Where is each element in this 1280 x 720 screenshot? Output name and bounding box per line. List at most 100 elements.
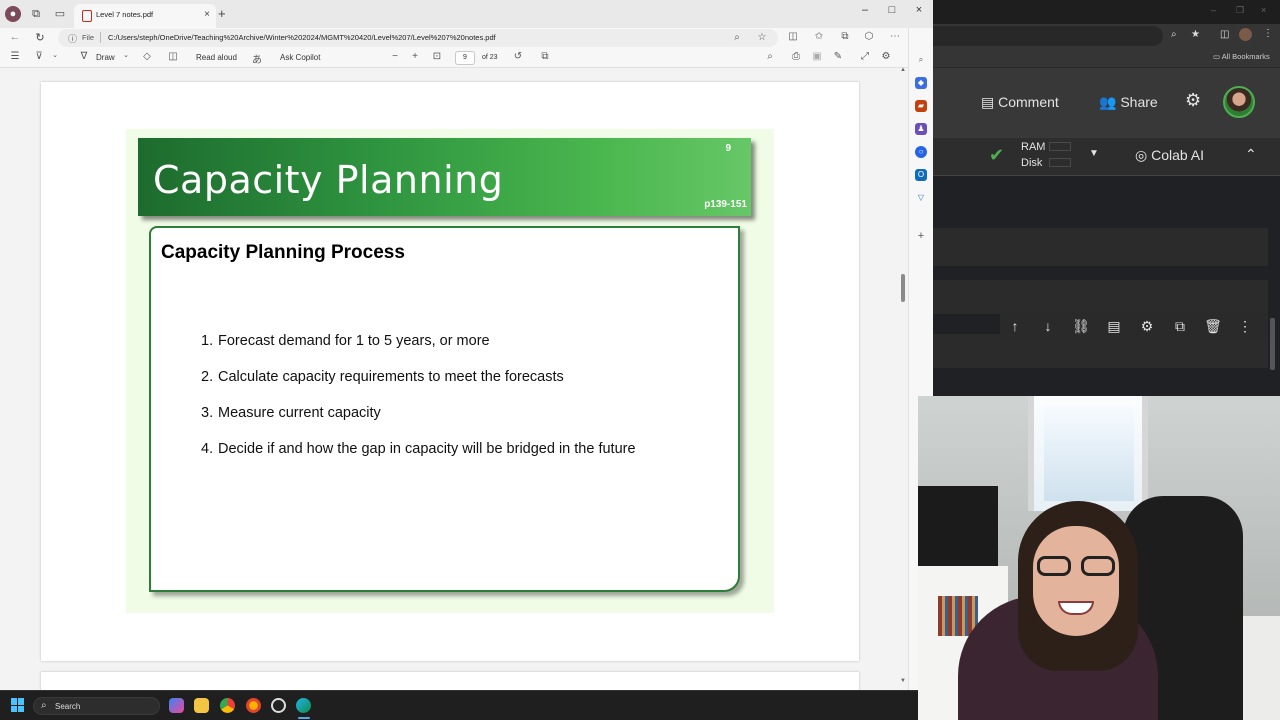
bookmark-star-icon[interactable]: ★	[1191, 29, 1200, 40]
chrome-menu-icon[interactable]: ⋮	[1263, 28, 1273, 39]
chrome-url-field[interactable]	[933, 26, 1163, 46]
move-down-icon[interactable]: ↓	[1039, 318, 1057, 334]
scrollbar-thumb[interactable]	[901, 274, 905, 302]
windows-start-icon[interactable]	[11, 698, 25, 712]
share-button[interactable]: 👥 Share	[1099, 94, 1158, 111]
games-icon[interactable]: ♟	[915, 123, 927, 135]
fit-page-icon[interactable]: ⊡	[430, 51, 444, 62]
vertical-scrollbar[interactable]: ▲ ▼	[900, 67, 908, 690]
highlight-icon[interactable]: ⊽	[32, 51, 46, 62]
maximize-button[interactable]: □	[882, 4, 902, 16]
scroll-down-icon[interactable]: ▼	[900, 678, 906, 684]
new-tab-button[interactable]: +	[218, 6, 226, 21]
more-options-icon[interactable]: ⋮	[1236, 318, 1254, 335]
extensions-icon[interactable]: ⬡	[862, 31, 876, 42]
chrome-app-icon[interactable]	[220, 698, 235, 713]
shopping-icon[interactable]: ◆	[915, 77, 927, 89]
settings-icon[interactable]: ⚙	[879, 51, 893, 62]
colab-avatar[interactable]	[1223, 86, 1255, 118]
comment-button[interactable]: ▤ Comment	[981, 94, 1059, 111]
add-sidebar-icon[interactable]: +	[915, 230, 927, 242]
zoom-icon[interactable]: ⌕	[730, 32, 744, 43]
page-view-icon[interactable]: ◫	[166, 51, 180, 62]
pdf-viewport[interactable]: Capacity Planning 9 p139-151 Capacity Pl…	[0, 68, 908, 690]
read-aloud-button[interactable]: Read aloud	[196, 53, 237, 62]
back-arrow-icon[interactable]: ←	[8, 31, 22, 43]
tab-close-icon[interactable]: ×	[204, 9, 210, 20]
tab-pdf[interactable]: Level 7 notes.pdf ×	[74, 4, 216, 28]
presenter-glasses	[1037, 556, 1117, 576]
delete-cell-icon[interactable]: 🗑	[1204, 318, 1222, 335]
colab-ai-button[interactable]: ◎ Colab AI	[1135, 147, 1204, 164]
favorite-star-icon[interactable]: ☆	[755, 32, 769, 43]
cell-settings-icon[interactable]: ⚙	[1138, 318, 1156, 335]
side-panel-icon[interactable]: ◫	[1220, 29, 1229, 40]
tab-actions-icon[interactable]: ▭	[52, 6, 68, 22]
chrome-profile-avatar[interactable]	[1239, 28, 1252, 41]
obs-app-icon[interactable]	[271, 698, 286, 713]
step-text: Decide if and how the gap in capacity wi…	[218, 441, 636, 457]
favorites-icon[interactable]: ✩	[812, 31, 826, 42]
translate-icon[interactable]: あ	[250, 51, 264, 66]
save-as-icon[interactable]: ✎	[831, 51, 845, 62]
office-icon[interactable]: ○	[915, 146, 927, 158]
share-label: Share	[1120, 94, 1158, 110]
save-icon[interactable]: ▣	[810, 51, 824, 62]
chrome-titlebar: – ❐ ×	[933, 0, 1280, 24]
move-up-icon[interactable]: ↑	[1006, 318, 1024, 334]
workspaces-icon[interactable]: ⧉	[28, 6, 44, 22]
scroll-up-icon[interactable]: ▲	[900, 67, 906, 73]
maximize-button[interactable]: ❐	[1236, 5, 1244, 16]
start-square	[11, 698, 17, 705]
minimize-button[interactable]: –	[855, 4, 875, 16]
file-explorer-icon[interactable]	[194, 698, 209, 713]
zoom-in-button[interactable]: +	[408, 51, 422, 62]
taskbar-search[interactable]: ⌕ Search	[33, 697, 160, 715]
zoom-icon[interactable]: ⌕	[1171, 29, 1177, 40]
more-menu-icon[interactable]: ⋯	[888, 31, 902, 42]
close-window-button[interactable]: ×	[909, 4, 929, 16]
draw-dropdown-icon[interactable]: ⌄	[119, 51, 133, 59]
outlook-icon[interactable]: O	[915, 169, 927, 181]
notebook-cell[interactable]	[933, 280, 1268, 314]
ask-copilot-button[interactable]: Ask Copilot	[280, 53, 320, 62]
tools-icon[interactable]: ▰	[915, 100, 927, 112]
link-icon[interactable]: ⛓	[1072, 318, 1090, 335]
info-icon[interactable]: ⓘ	[68, 32, 77, 45]
close-window-button[interactable]: ×	[1261, 5, 1266, 15]
draw-icon[interactable]: ∇	[77, 51, 91, 62]
edge-app-icon[interactable]	[296, 698, 311, 713]
settings-gear-icon[interactable]: ⚙	[1185, 90, 1201, 111]
profile-avatar[interactable]: ●	[5, 6, 21, 22]
minimize-button[interactable]: –	[1211, 5, 1216, 15]
url-text[interactable]: C:/Users/steph/OneDrive/Teaching%20Archi…	[108, 33, 496, 42]
comment-cell-icon[interactable]: ▤	[1105, 318, 1123, 335]
contents-icon[interactable]: ☰	[8, 51, 22, 62]
fullscreen-icon[interactable]: ⤢	[858, 51, 872, 62]
runtime-dropdown-icon[interactable]: ▼	[1089, 148, 1099, 159]
two-page-icon[interactable]: ⧉	[538, 51, 552, 62]
mirror-cell-icon[interactable]: ⧉	[1171, 318, 1189, 335]
search-sidebar-icon[interactable]: ⌕	[915, 54, 927, 66]
firefox-app-icon[interactable]	[246, 698, 261, 713]
colab-scrollbar-thumb[interactable]	[1270, 318, 1275, 370]
rotate-icon[interactable]: ↺	[511, 51, 525, 62]
drop-icon[interactable]: ▽	[915, 192, 927, 204]
zoom-out-button[interactable]: −	[388, 51, 402, 62]
url-field[interactable]: ⓘ File C:/Users/steph/OneDrive/Teaching%…	[58, 29, 778, 47]
page-total: of 23	[482, 54, 498, 61]
all-bookmarks[interactable]: ▭ All Bookmarks	[1213, 52, 1270, 61]
search-pdf-icon[interactable]: ⌕	[763, 51, 777, 62]
content-heading: Capacity Planning Process	[161, 242, 405, 263]
draw-button[interactable]: Draw	[96, 53, 115, 62]
collections-icon[interactable]: ⧉	[838, 31, 852, 42]
print-icon[interactable]: ⎙	[789, 51, 803, 62]
notebook-cell[interactable]	[933, 228, 1268, 266]
page-number-input[interactable]: 9	[455, 51, 475, 65]
copilot-app-icon[interactable]	[169, 698, 184, 713]
collapse-chevron-icon[interactable]: ⌃	[1245, 146, 1257, 163]
eraser-icon[interactable]: ◇	[140, 51, 154, 62]
split-screen-icon[interactable]: ◫	[786, 31, 800, 42]
highlight-dropdown-icon[interactable]: ⌄	[48, 51, 62, 59]
refresh-icon[interactable]: ↻	[33, 31, 47, 44]
